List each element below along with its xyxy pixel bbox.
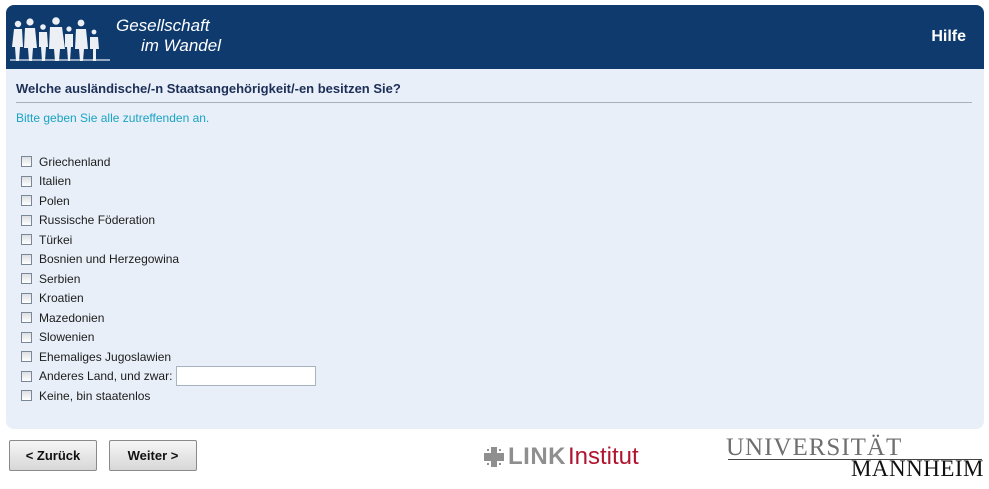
option-checkbox[interactable] [21,175,32,187]
option-label: Polen [39,193,70,208]
university-mannheim-logo: UNIVERSITÄT MANNHEIM [726,434,984,482]
option-checkbox[interactable] [21,214,32,226]
option-label: Russische Föderation [39,213,156,228]
option-checkbox[interactable] [21,390,32,402]
option-label: Keine, bin staatenlos [39,388,151,403]
option-label: Kroatien [39,291,84,306]
option-item[interactable]: Türkei [21,230,316,250]
people-silhouette-logo [10,17,110,61]
link-institut-logo: LINK Institut [484,443,639,471]
option-label: Italien [39,174,72,189]
option-checkbox[interactable] [21,234,32,246]
option-checkbox[interactable] [21,370,32,382]
option-label: Bosnien und Herzegowina [39,252,180,267]
option-checkbox[interactable] [21,195,32,207]
option-checkbox[interactable] [21,273,32,285]
link-cross-icon [484,447,504,467]
option-item[interactable]: Mazedonien [21,308,316,328]
next-button[interactable]: Weiter > [109,440,197,471]
link-brand-text: LINK [508,443,566,470]
option-label: Anderes Land, und zwar: [39,369,173,384]
header-bar: Gesellschaft im Wandel Hilfe [6,5,984,69]
question-title: Welche ausländische/-n Staatsangehörigke… [16,81,972,103]
logo-line-1: Gesellschaft [116,16,210,35]
option-label: Mazedonien [39,310,105,325]
option-label: Serbien [39,271,81,286]
back-button[interactable]: < Zurück [9,440,97,471]
option-item[interactable]: Griechenland [21,152,316,172]
option-item[interactable]: Keine, bin staatenlos [21,386,316,406]
option-item[interactable]: Polen [21,191,316,211]
other-country-input[interactable] [176,366,317,387]
option-item[interactable]: Kroatien [21,289,316,309]
option-checkbox[interactable] [21,156,32,168]
option-item[interactable]: Slowenien [21,328,316,348]
help-link[interactable]: Hilfe [931,28,966,46]
logo-line-2: im Wandel [141,36,221,55]
option-label: Griechenland [39,154,111,169]
option-label: Türkei [39,232,73,247]
question-panel: Welche ausländische/-n Staatsangehörigke… [6,69,984,429]
option-checkbox[interactable] [21,292,32,304]
option-item[interactable]: Russische Föderation [21,211,316,231]
uni-line-2: MANNHEIM [850,456,984,481]
option-item[interactable]: Serbien [21,269,316,289]
question-instruction: Bitte geben Sie alle zutreffenden an. [16,111,210,125]
option-checkbox[interactable] [21,312,32,324]
option-checkbox[interactable] [21,253,32,265]
options-list: Griechenland Italien Polen Russische Föd… [21,152,317,406]
option-label: Slowenien [39,330,95,345]
option-checkbox[interactable] [21,351,32,363]
option-item-other[interactable]: Anderes Land, und zwar: [21,366,317,387]
option-item[interactable]: Italien [21,172,316,192]
survey-frame: Gesellschaft im Wandel Hilfe Welche ausl… [6,5,984,429]
option-item[interactable]: Ehemaliges Jugoslawien [21,347,316,367]
option-label: Ehemaliges Jugoslawien [39,349,172,364]
site-logo-text: Gesellschaft im Wandel [114,16,221,56]
option-checkbox[interactable] [21,331,32,343]
link-institut-text: Institut [568,443,639,470]
option-item[interactable]: Bosnien und Herzegowina [21,250,316,270]
